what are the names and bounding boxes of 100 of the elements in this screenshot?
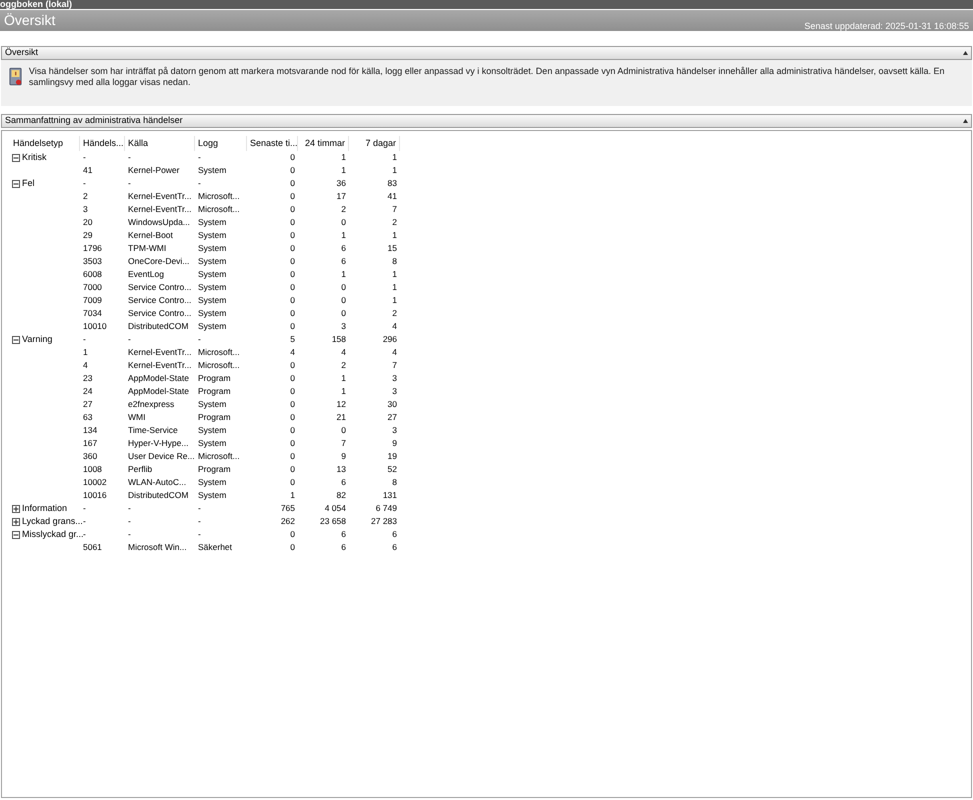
- collapse-arrow-icon: [963, 119, 968, 123]
- table-cell-text: 1: [340, 229, 347, 242]
- table-cell-text: 0: [340, 281, 347, 294]
- column-header[interactable]: 24 timmar: [298, 136, 349, 151]
- table-cell-text: AppModel-State: [127, 385, 190, 398]
- table-cell-text: 0: [289, 281, 296, 294]
- overview-description: Visa händelser som har inträffat på datorn genom att markera motsvarande nod för källa, logg eller anpassad vy i konsolträdet. Den anpassade vyn Administrativa händelser innehåller alla administrativa händelser, oavsett källa. En samlingsvy med alla loggar visas nedan.: [28, 66, 946, 88]
- event-type-label[interactable]: Lyckad grans...: [22, 514, 83, 528]
- column-header[interactable]: 7 dagar: [349, 136, 400, 151]
- table-cell-text: 63: [82, 411, 94, 424]
- column-header[interactable]: Logg: [195, 136, 247, 151]
- table-cell-text: 0: [289, 294, 296, 307]
- table-cell-text: System: [197, 437, 228, 450]
- table-cell-text: 0: [289, 359, 296, 372]
- table-cell-text: 7000: [82, 281, 103, 294]
- event-type-label[interactable]: Varning: [22, 332, 52, 346]
- table-cell-text: 4: [289, 346, 296, 359]
- table-cell-text: System: [197, 476, 228, 489]
- table-cell-text: 0: [289, 398, 296, 411]
- table-cell-text: 12: [336, 398, 347, 411]
- table-cell-text: 10010: [82, 320, 108, 333]
- table-cell-text: 0: [340, 294, 347, 307]
- table-cell-text: System: [197, 320, 228, 333]
- table-cell-text: 19: [386, 450, 398, 463]
- table-cell-text: System: [197, 242, 228, 255]
- table-cell-text: 1: [391, 294, 398, 307]
- table-cell-text: Kernel-EventTr...: [127, 359, 192, 372]
- table-cell-text: 3: [391, 424, 398, 437]
- minus-icon: [13, 154, 19, 160]
- table-cell-text: 1: [82, 346, 89, 359]
- table-cell-text: 1: [391, 151, 398, 164]
- table-cell-text: -: [127, 515, 132, 528]
- section-header[interactable]: Sammanfattning av administrativa händelser: [1, 114, 972, 128]
- table-cell-text: -: [197, 528, 202, 541]
- table-cell-text: 1: [340, 151, 347, 164]
- table-cell-text: WindowsUpda...: [127, 216, 191, 229]
- table-cell-text: -: [197, 177, 202, 190]
- table-cell-text: Service Contro...: [127, 281, 192, 294]
- table-cell-text: Kernel-EventTr...: [127, 346, 192, 359]
- table-cell-text: 29: [82, 229, 94, 242]
- table-cell-text: 1: [340, 164, 347, 177]
- tree-toggle[interactable]: [12, 154, 20, 162]
- table-cell-text: 0: [289, 307, 296, 320]
- table-cell-text: 0: [289, 424, 296, 437]
- table-cell-text: 9: [340, 450, 347, 463]
- table-cell-text: Perflib: [127, 463, 154, 476]
- minus-icon: [13, 532, 19, 538]
- table-cell-text: Service Contro...: [127, 307, 192, 320]
- table-cell-text: 83: [386, 177, 398, 190]
- table-cell-text: 0: [289, 216, 296, 229]
- table-cell-text: 7009: [82, 294, 103, 307]
- table-cell-text: Kernel-Boot: [127, 229, 174, 242]
- table-cell-text: System: [197, 294, 228, 307]
- table-cell-text: System: [197, 489, 228, 502]
- table-cell-text: System: [197, 281, 228, 294]
- table-cell-text: Service Contro...: [127, 294, 192, 307]
- table-cell-text: 52: [386, 463, 398, 476]
- tree-toggle[interactable]: [12, 530, 20, 538]
- tree-toggle[interactable]: [12, 504, 20, 512]
- table-cell-text: 1: [391, 164, 398, 177]
- minus-icon: [13, 180, 19, 186]
- column-header[interactable]: Händelsetyp: [10, 136, 80, 151]
- table-cell-text: User Device Re...: [127, 450, 195, 463]
- table-cell-text: 6: [340, 476, 347, 489]
- table-cell-text: 0: [289, 229, 296, 242]
- table-cell-text: 6: [391, 528, 398, 541]
- last-updated-text: Senast uppdaterad: 2025-01-31 16:08:55: [804, 21, 969, 31]
- table-cell-text: System: [197, 164, 228, 177]
- table-cell-text: 6: [340, 541, 347, 554]
- event-type-label[interactable]: Fel: [22, 176, 35, 190]
- table-cell-text: DistributedCOM: [127, 320, 190, 333]
- event-type-label[interactable]: Kritisk: [22, 150, 46, 164]
- column-header[interactable]: Händels...: [80, 136, 125, 151]
- table-cell-text: WMI: [127, 411, 146, 424]
- table-cell-text: 3: [82, 203, 89, 216]
- table-cell-text: 0: [289, 450, 296, 463]
- tree-toggle[interactable]: [12, 180, 20, 188]
- table-cell-text: Program: [197, 385, 232, 398]
- table-cell-text: WLAN-AutoC...: [127, 476, 188, 489]
- collapse-arrow-icon: [963, 51, 968, 55]
- section-header[interactable]: Översikt: [1, 46, 972, 60]
- table-cell-text: 1: [289, 489, 296, 502]
- table-cell-text: 0: [289, 541, 296, 554]
- table-cell-text: 6008: [82, 268, 103, 281]
- table-cell-text: Säkerhet: [197, 541, 234, 554]
- table-cell-text: System: [197, 255, 228, 268]
- table-cell-text: 0: [289, 411, 296, 424]
- table-cell-text: 6: [340, 255, 347, 268]
- column-header[interactable]: Senaste ti...: [247, 136, 298, 151]
- tree-toggle[interactable]: [12, 518, 20, 526]
- event-type-label[interactable]: Misslyckad gr...: [22, 528, 84, 542]
- table-cell-text: 3: [391, 372, 398, 385]
- tree-toggle[interactable]: [12, 336, 20, 344]
- table-cell-text: 4 054: [324, 502, 347, 515]
- table-cell-text: 30: [386, 398, 398, 411]
- table-cell-text: 360: [82, 450, 98, 463]
- table-cell-text: EventLog: [127, 268, 165, 281]
- event-type-label[interactable]: Information: [22, 502, 68, 516]
- table-cell-text: System: [197, 307, 228, 320]
- column-header[interactable]: Källa: [125, 136, 195, 151]
